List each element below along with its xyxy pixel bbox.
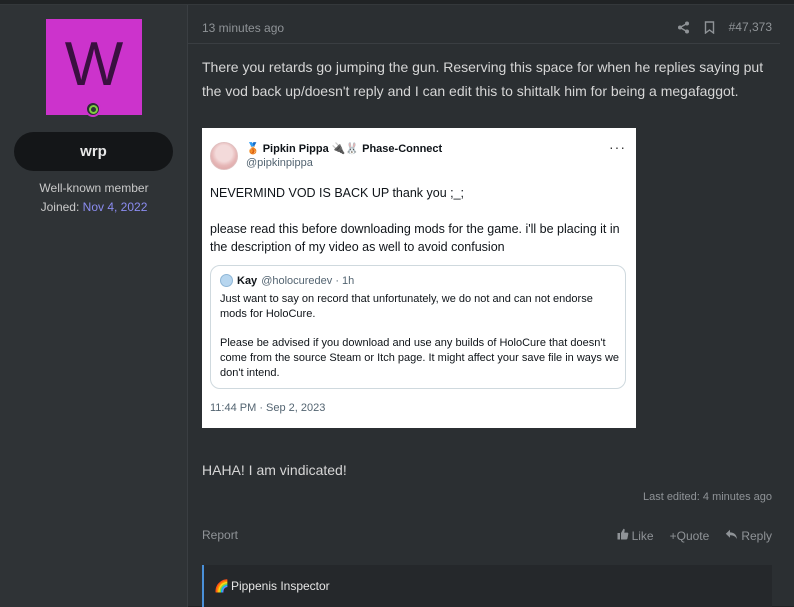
report-link[interactable]: Report	[202, 528, 238, 542]
reply-label: Reply	[741, 528, 772, 543]
quoted-avatar	[220, 274, 233, 287]
tweet-handle: @pipkinpippa	[246, 157, 313, 169]
quote-button[interactable]: +Quote	[670, 528, 710, 543]
quoted-text-1: Just want to say on record that unfortun…	[220, 293, 593, 320]
username[interactable]: wrp	[14, 132, 173, 171]
quoted-tweet-header: Kay @holocuredev · 1h	[220, 274, 354, 287]
quote-label: +Quote	[669, 528, 710, 543]
like-label: Like	[631, 528, 654, 543]
signature-text: Pippenis Inspector	[230, 579, 330, 593]
joined-date: Nov 4, 2022	[82, 200, 148, 214]
reply-icon	[725, 529, 738, 543]
tweet-text-2: please read this before downloading mods…	[210, 222, 620, 254]
post-body: There you retards go jumping the gun. Re…	[202, 59, 764, 99]
like-button[interactable]: Like	[617, 528, 654, 543]
post-reactions: Like +Quote Reply	[617, 528, 772, 543]
more-icon: ···	[609, 139, 626, 155]
quoted-tweet: Kay @holocuredev · 1h Just want to say o…	[210, 265, 626, 389]
header-divider	[188, 43, 780, 44]
embedded-tweet-image[interactable]: 🥉 Pipkin Pippa 🔌🐰 Phase-Connect @pipkinp…	[202, 128, 636, 428]
emoji-icon: 🔌🐰	[331, 143, 360, 155]
thumbs-up-icon	[617, 528, 629, 543]
quoted-name: Kay	[237, 274, 258, 287]
signature-quote: 🌈 Pippenis Inspector	[202, 565, 772, 607]
tweet-name-suffix: Phase-Connect	[362, 142, 443, 155]
avatar-letter: W	[64, 30, 124, 99]
post-actions: #47,373	[677, 20, 772, 34]
rainbow-icon: 🌈	[214, 579, 229, 593]
post-time[interactable]: 13 minutes ago	[202, 21, 284, 35]
bookmark-icon[interactable]	[704, 20, 715, 34]
last-edited[interactable]: Last edited: 4 minutes ago	[643, 491, 772, 503]
user-joined: Joined: Nov 4, 2022	[0, 200, 188, 214]
quoted-text-2: Please be advised if you download and us…	[220, 337, 620, 379]
forum-post: W wrp Well-known member Joined: Nov 4, 2…	[0, 4, 794, 607]
joined-label: Joined:	[40, 200, 80, 214]
post-number-link[interactable]: #47,373	[729, 20, 772, 34]
tweet-display-name: Pipkin Pippa	[262, 142, 329, 155]
user-info-panel: W wrp Well-known member Joined: Nov 4, 2…	[0, 5, 188, 607]
share-icon[interactable]	[677, 21, 690, 34]
medal-icon: 🥉	[246, 143, 260, 155]
post-main: 13 minutes ago #47,373 There you retards…	[188, 5, 794, 607]
post-footer: Report Like +Quote Reply	[202, 528, 772, 548]
tweet-avatar	[210, 142, 238, 170]
post-body-2: HAHA! I am vindicated!	[202, 462, 347, 478]
online-status-icon	[85, 101, 101, 117]
reply-button[interactable]: Reply	[725, 528, 772, 543]
user-title: Well-known member	[39, 181, 149, 195]
tweet-timestamp: 11:44 PM · Sep 2, 2023	[210, 402, 326, 414]
tweet-text-1: NEVERMIND VOD IS BACK UP thank you ;_;	[210, 186, 465, 200]
quoted-handle: @holocuredev · 1h	[261, 274, 355, 287]
tweet-author: 🥉 Pipkin Pippa 🔌🐰 Phase-Connect	[246, 142, 443, 156]
signature: 🌈 Pippenis Inspector	[214, 579, 330, 593]
